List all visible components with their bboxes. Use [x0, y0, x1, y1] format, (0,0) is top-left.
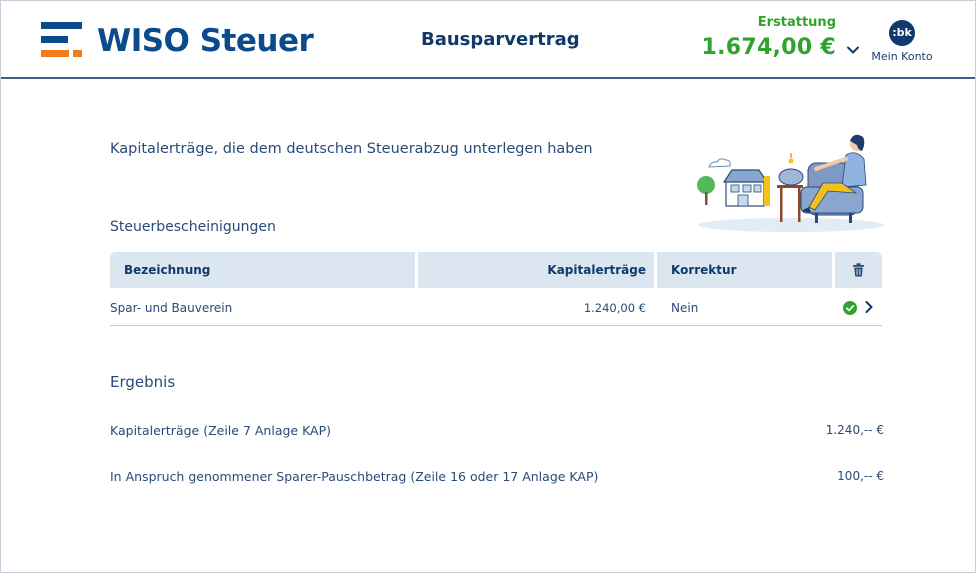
column-header-bezeichnung[interactable]: Bezeichnung [110, 252, 415, 288]
table-row[interactable]: Spar- und Bauverein 1.240,00 € Nein [110, 288, 882, 326]
cell-bezeichnung: Spar- und Bauverein [110, 301, 233, 315]
account-label: Mein Konto [871, 50, 933, 63]
refund-label: Erstattung [757, 15, 836, 30]
savings-illustration [697, 134, 884, 232]
column-header-kapitalertraege[interactable]: Kapitalerträge [418, 252, 654, 288]
wiso-logo[interactable]: WISO Steuer [41, 20, 314, 60]
result-heading: Ergebnis [110, 373, 176, 391]
cell-korrektur: Nein [671, 301, 699, 315]
app-window: WISO Steuer Bausparvertrag Erstattung 1.… [0, 0, 976, 573]
app-header: WISO Steuer Bausparvertrag Erstattung 1.… [1, 1, 975, 79]
page-title: Bausparvertrag [421, 29, 580, 50]
result-label: In Anspruch genommener Sparer-Pauschbetr… [110, 469, 599, 484]
table-header: Bezeichnung Kapitalerträge Korrektur [110, 252, 882, 288]
delete-column-header [835, 252, 882, 288]
logo-text: WISO Steuer [97, 23, 314, 59]
result-value: 1.240,-- € [825, 423, 884, 437]
avatar: :bk [889, 20, 915, 46]
result-row-pauschbetrag: In Anspruch genommener Sparer-Pauschbetr… [110, 469, 884, 489]
account-menu[interactable]: :bk Mein Konto [867, 20, 937, 63]
refund-amount: 1.674,00 € [701, 35, 836, 60]
refund-summary[interactable]: Erstattung 1.674,00 € [691, 15, 836, 60]
result-value: 100,-- € [837, 469, 884, 483]
section-heading: Kapitalerträge, die dem deutschen Steuer… [110, 141, 593, 157]
certificates-table: Bezeichnung Kapitalerträge Korrektur Spa… [110, 252, 882, 326]
chevron-down-icon[interactable] [846, 43, 860, 57]
chevron-right-icon[interactable] [863, 300, 875, 314]
certificates-heading: Steuerbescheinigungen [110, 219, 276, 235]
logo-bars-icon [41, 20, 83, 60]
cell-kapitalertraege: 1.240,00 € [583, 301, 646, 315]
trash-icon[interactable] [852, 263, 865, 277]
result-label: Kapitalerträge (Zeile 7 Anlage KAP) [110, 423, 332, 438]
check-circle-icon [843, 301, 857, 315]
column-header-korrektur[interactable]: Korrektur [657, 252, 832, 288]
cell-actions [835, 288, 882, 326]
result-row-kapitalertraege: Kapitalerträge (Zeile 7 Anlage KAP) 1.24… [110, 423, 884, 443]
